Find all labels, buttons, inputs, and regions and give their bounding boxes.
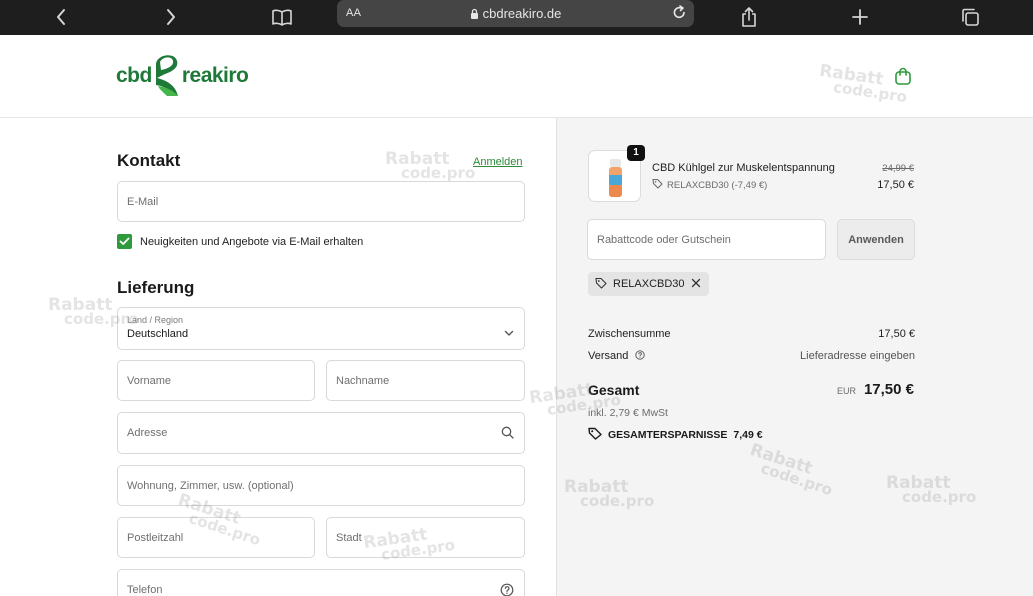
- logo-leaf-icon: [153, 50, 181, 103]
- first-name-placeholder: Vorname: [127, 375, 172, 387]
- address-placeholder: Adresse: [127, 427, 168, 439]
- shipping-label: Versand: [588, 350, 629, 362]
- zip-placeholder: Postleitzahl: [127, 532, 184, 544]
- apartment-placeholder: Wohnung, Zimmer, usw. (optional): [127, 480, 294, 492]
- delivery-heading: Lieferung: [117, 278, 195, 297]
- total-label: Gesamt: [588, 382, 640, 398]
- total-savings: GESAMTERSPARNISSE 7,49 €: [588, 427, 763, 443]
- url-text: cbdreakiro.de: [482, 6, 562, 21]
- logo-text-cbd: cbd: [116, 64, 152, 87]
- applied-code-text: RELAXCBD30: [613, 278, 685, 290]
- chevron-down-icon: [504, 324, 514, 342]
- bookmarks-icon[interactable]: [267, 2, 297, 32]
- country-select[interactable]: Land / Region Deutschland: [117, 307, 525, 350]
- zip-field[interactable]: Postleitzahl: [117, 517, 315, 558]
- browser-toolbar: AA cbdreakiro.de: [0, 0, 1033, 35]
- address-field[interactable]: Adresse: [117, 412, 525, 454]
- subtotal-value: 17,50 €: [878, 328, 915, 340]
- site-header: cbd reakiro: [0, 35, 1033, 118]
- price-discounted: 17,50 €: [877, 179, 914, 191]
- applied-code-chip: RELAXCBD30: [588, 272, 709, 296]
- price-original: 24,99 €: [882, 163, 914, 174]
- remove-code-icon[interactable]: [691, 278, 701, 291]
- savings-value: 7,49 €: [733, 429, 763, 441]
- shopping-bag-icon[interactable]: [894, 67, 912, 91]
- apply-discount-button[interactable]: Anwenden: [837, 219, 915, 260]
- search-icon: [501, 426, 514, 444]
- shipping-value: Lieferadresse eingeben: [800, 350, 915, 362]
- lock-icon: [470, 7, 479, 22]
- tag-icon: [595, 277, 607, 292]
- login-link[interactable]: Anmelden: [473, 156, 523, 168]
- country-value: Deutschland: [127, 328, 189, 340]
- total-currency: EUR: [836, 386, 856, 396]
- share-icon[interactable]: [734, 2, 764, 32]
- email-placeholder: E-Mail: [127, 196, 159, 208]
- tag-icon: [588, 427, 602, 443]
- checkmark-icon: [119, 237, 130, 245]
- last-name-field[interactable]: Nachname: [326, 360, 525, 401]
- city-field[interactable]: Stadt: [326, 517, 525, 558]
- logo-text-reakiro: reakiro: [181, 64, 249, 87]
- product-discount: RELAXCBD30 (-7,49 €): [652, 178, 767, 192]
- address-bar[interactable]: AA cbdreakiro.de: [337, 0, 694, 27]
- shipping-row: Versand Lieferadresse eingeben: [588, 350, 915, 363]
- product-discount-text: RELAXCBD30 (-7,49 €): [667, 179, 768, 191]
- checkout-form: Kontakt Anmelden E-Mail Neuigkeiten und …: [0, 118, 556, 596]
- new-tab-icon[interactable]: [845, 2, 875, 32]
- email-field[interactable]: E-Mail: [117, 181, 525, 222]
- last-name-placeholder: Nachname: [336, 375, 390, 387]
- newsletter-checkbox[interactable]: [117, 234, 132, 249]
- tag-icon: [652, 178, 663, 192]
- quantity-badge: 1: [627, 145, 645, 161]
- order-summary: 1 CBD Kühlgel zur Muskelentspannung RELA…: [556, 118, 1033, 596]
- contact-heading: Kontakt: [117, 151, 181, 170]
- apartment-field[interactable]: Wohnung, Zimmer, usw. (optional): [117, 465, 525, 506]
- reload-icon[interactable]: [671, 4, 688, 26]
- total-amount: 17,50 €: [863, 381, 914, 398]
- tabs-overview-icon[interactable]: [955, 2, 985, 32]
- total-value: EUR 17,50 €: [837, 381, 914, 398]
- discount-code-placeholder: Rabattcode oder Gutschein: [597, 234, 731, 246]
- country-label: Land / Region: [127, 315, 184, 325]
- back-icon[interactable]: [46, 2, 76, 32]
- discount-code-input[interactable]: Rabattcode oder Gutschein: [587, 219, 826, 260]
- help-circle-icon[interactable]: [500, 583, 514, 596]
- savings-label: GESAMTERSPARNISSE: [608, 429, 728, 441]
- city-placeholder: Stadt: [336, 532, 362, 544]
- product-name: CBD Kühlgel zur Muskelentspannung: [652, 162, 835, 174]
- subtotal-row: Zwischensumme 17,50 €: [588, 328, 915, 340]
- first-name-field[interactable]: Vorname: [117, 360, 315, 401]
- shipping-help-icon[interactable]: [635, 350, 646, 363]
- forward-icon[interactable]: [156, 2, 186, 32]
- newsletter-label: Neuigkeiten und Angebote via E-Mail erha…: [140, 236, 364, 248]
- site-logo[interactable]: cbd reakiro: [116, 50, 249, 103]
- phone-placeholder: Telefon: [127, 584, 163, 596]
- tax-note: inkl. 2,79 € MwSt: [588, 407, 668, 419]
- phone-field[interactable]: Telefon: [117, 569, 525, 596]
- subtotal-label: Zwischensumme: [588, 328, 671, 340]
